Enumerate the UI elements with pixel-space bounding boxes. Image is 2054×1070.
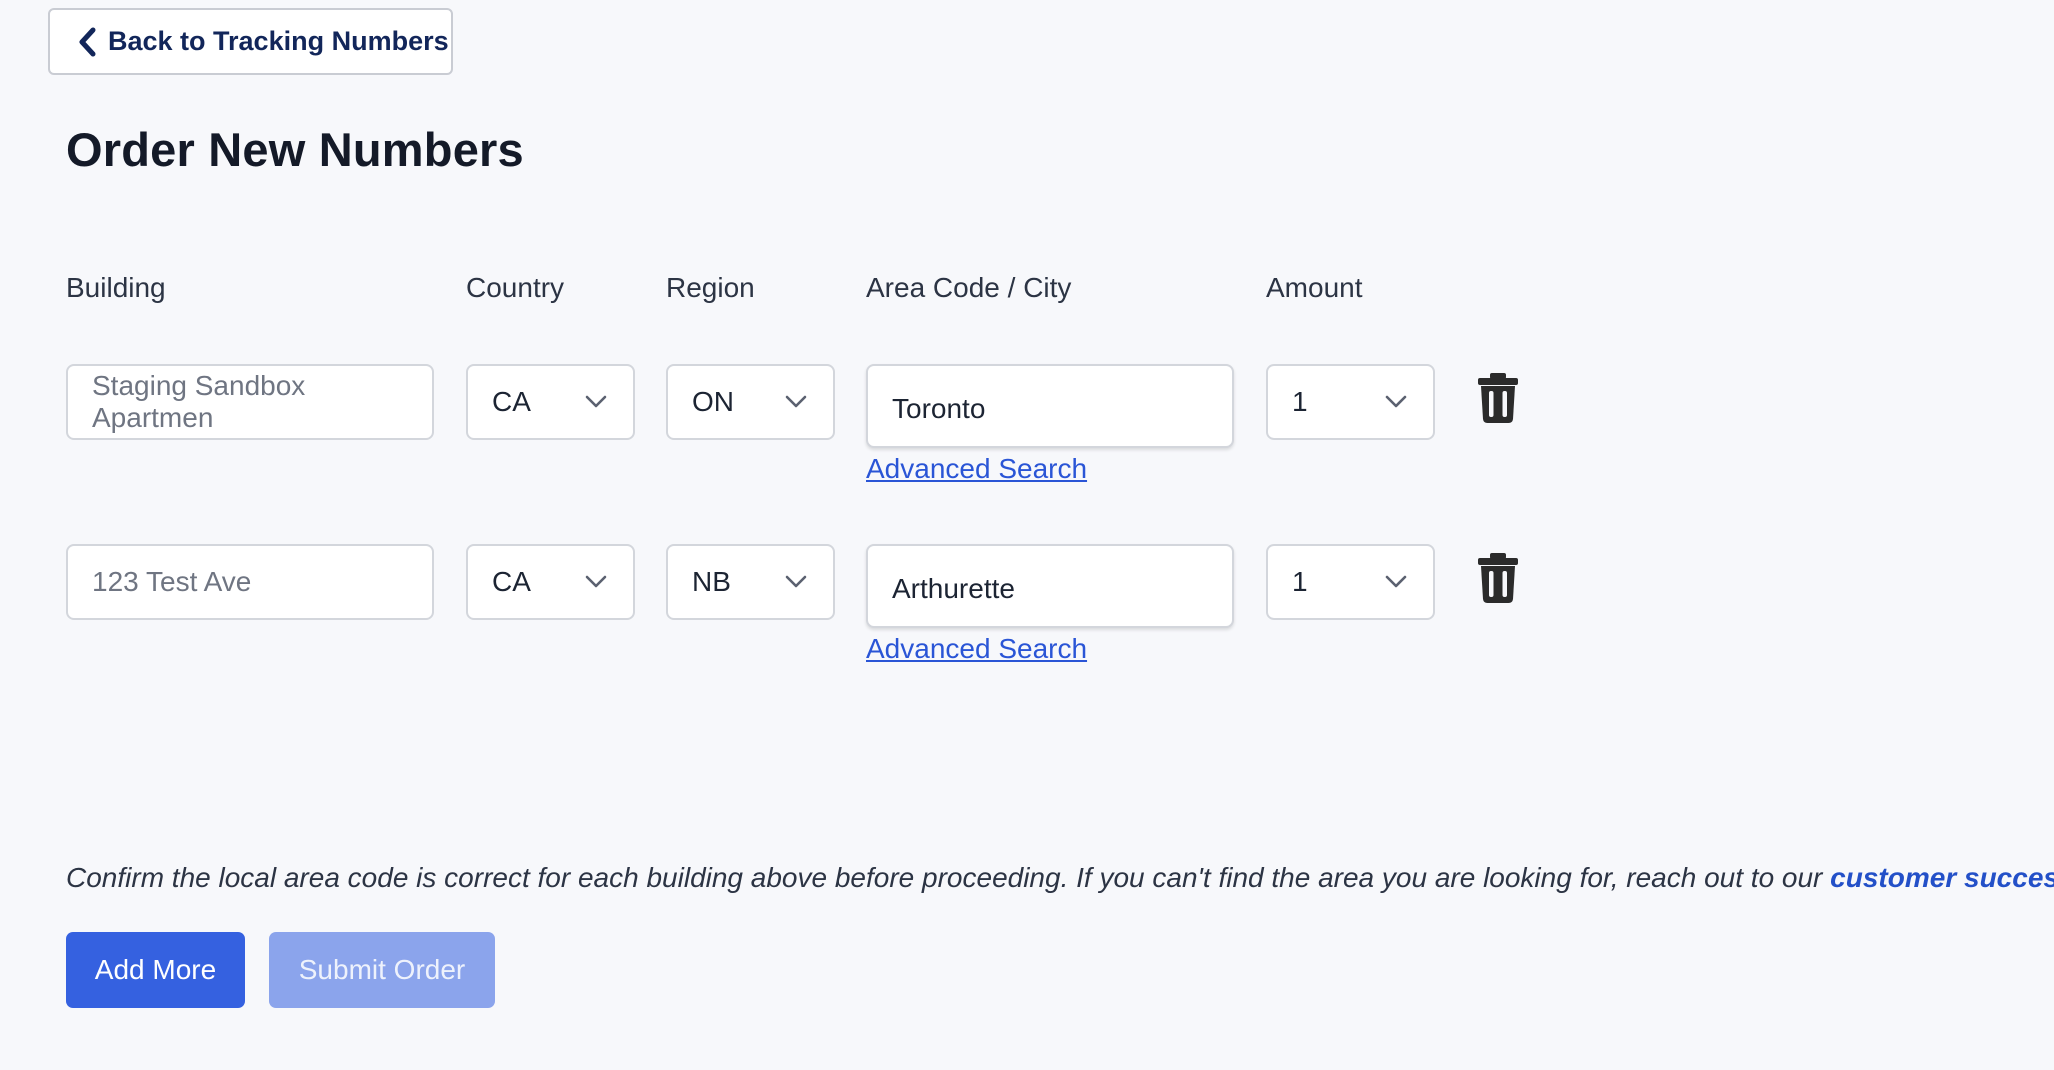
advanced-search-link[interactable]: Advanced Search <box>866 633 1087 665</box>
confirm-area-code-notice: Confirm the local area code is correct f… <box>66 862 2054 894</box>
building-placeholder: 123 Test Ave <box>92 566 252 597</box>
region-value: ON <box>692 386 734 417</box>
page-title: Order New Numbers <box>66 123 524 176</box>
advanced-search-link[interactable]: Advanced Search <box>866 453 1087 485</box>
chevron-down-icon <box>1385 575 1407 589</box>
amount-column-label: Amount <box>1266 272 1363 303</box>
building-column-label: Building <box>66 272 166 303</box>
area-code-city-input[interactable]: Arthurette <box>866 544 1234 628</box>
back-button-label: Back to Tracking Numbers <box>108 26 449 56</box>
trash-icon[interactable] <box>1476 552 1520 604</box>
region-column-label: Region <box>666 272 755 303</box>
area-code-city-column-label: Area Code / City <box>866 272 1072 303</box>
notice-text: Confirm the local area code is correct f… <box>66 862 1831 893</box>
amount-value: 1 <box>1292 566 1308 597</box>
amount-select[interactable]: 1 <box>1266 364 1435 440</box>
country-value: CA <box>492 386 531 417</box>
area-code-city-input[interactable]: Toronto <box>866 364 1234 448</box>
add-more-button[interactable]: Add More <box>66 932 245 1008</box>
building-input[interactable]: Staging Sandbox Apartmen <box>66 364 434 440</box>
chevron-down-icon <box>585 575 607 589</box>
country-select[interactable]: CA <box>466 364 635 440</box>
back-to-tracking-numbers-button[interactable]: Back to Tracking Numbers <box>48 8 453 75</box>
chevron-down-icon <box>585 395 607 409</box>
trash-icon[interactable] <box>1476 372 1520 424</box>
region-select[interactable]: NB <box>666 544 835 620</box>
region-value: NB <box>692 566 731 597</box>
building-input[interactable]: 123 Test Ave <box>66 544 434 620</box>
region-select[interactable]: ON <box>666 364 835 440</box>
country-value: CA <box>492 566 531 597</box>
country-column-label: Country <box>466 272 565 303</box>
building-placeholder: Staging Sandbox Apartmen <box>92 370 306 433</box>
chevron-down-icon <box>1385 395 1407 409</box>
country-select[interactable]: CA <box>466 544 635 620</box>
city-value: Arthurette <box>892 573 1015 604</box>
chevron-down-icon <box>785 395 807 409</box>
amount-select[interactable]: 1 <box>1266 544 1435 620</box>
amount-value: 1 <box>1292 386 1308 417</box>
submit-order-button[interactable]: Submit Order <box>269 932 495 1008</box>
chevron-down-icon <box>785 575 807 589</box>
city-value: Toronto <box>892 393 986 424</box>
customer-success-team-link[interactable]: customer success team <box>1830 862 2054 893</box>
order-new-numbers-page: Back to Tracking Numbers Order New Numbe… <box>0 0 2054 1070</box>
chevron-left-icon <box>76 27 98 57</box>
